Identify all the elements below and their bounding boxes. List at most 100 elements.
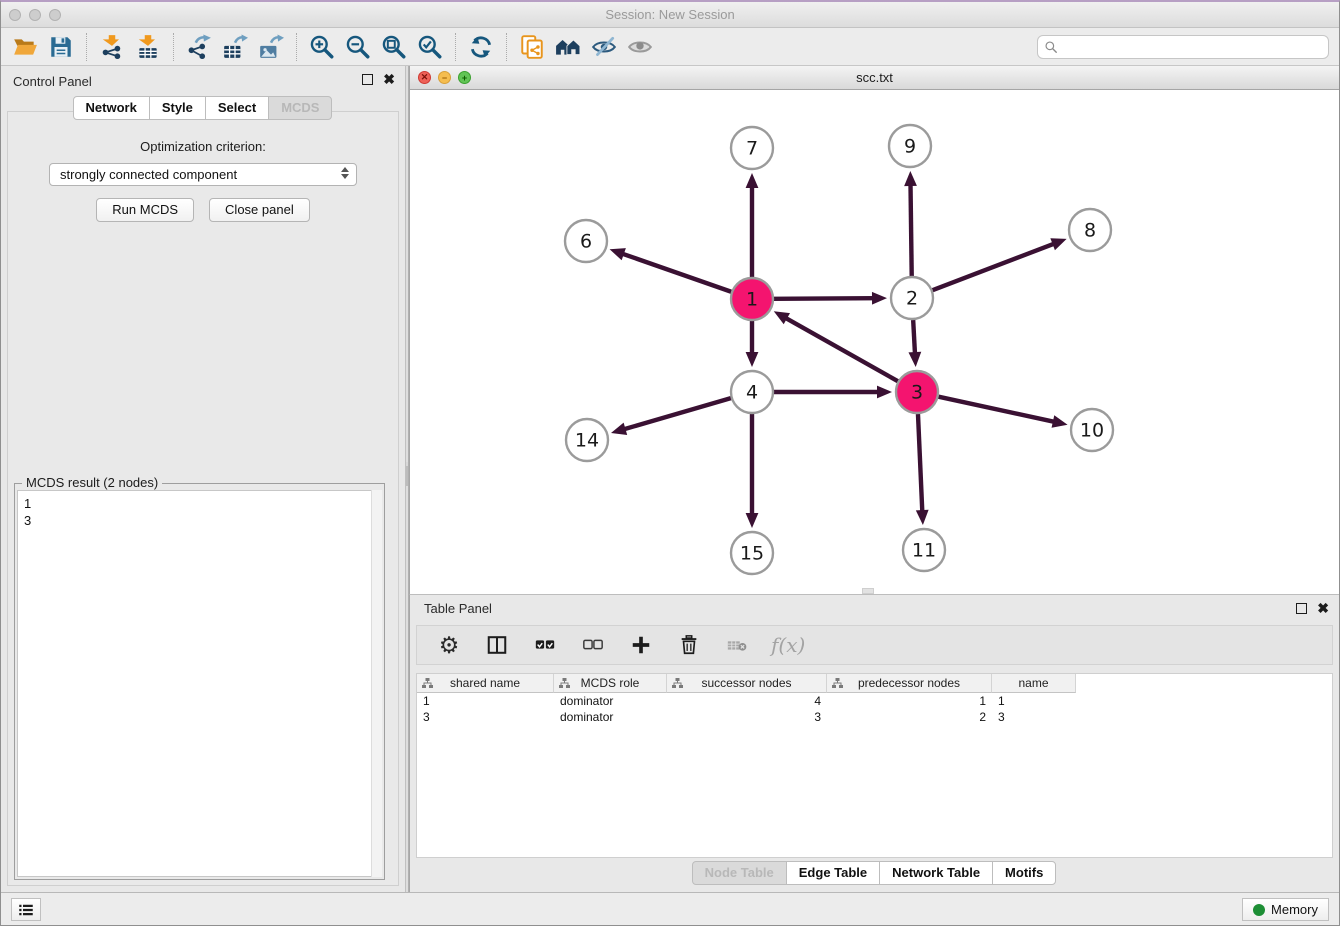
edge-arrowhead [611, 423, 627, 435]
network-snapshot-button[interactable] [514, 31, 550, 63]
delete-table-icon [726, 634, 748, 656]
table-cell[interactable]: dominator [554, 693, 667, 709]
table-settings-button[interactable]: ⚙ [435, 631, 463, 659]
network-canvas[interactable]: 7968124314101511 [410, 90, 1339, 594]
tab-edge-table[interactable]: Edge Table [786, 861, 880, 885]
select-all-button[interactable] [531, 631, 559, 659]
graph-edge-2-3[interactable] [913, 320, 915, 354]
show-graphics-details-button[interactable] [586, 31, 622, 63]
export-table-button[interactable] [217, 31, 253, 63]
graph-edge-4-14[interactable] [623, 398, 730, 429]
first-neighbors-button[interactable] [550, 31, 586, 63]
network-window-titlebar[interactable]: ✕ − + scc.txt [410, 66, 1339, 90]
tab-motifs[interactable]: Motifs [992, 861, 1056, 885]
table-cell[interactable]: 3 [992, 709, 1076, 725]
table-row[interactable]: 1dominator411 [417, 693, 1332, 709]
copy-document-icon [519, 34, 545, 60]
criterion-dropdown-value: strongly connected component [60, 167, 237, 182]
task-history-button[interactable] [11, 898, 41, 921]
refresh-icon [468, 34, 494, 60]
control-panel: Control Panel ✖ NetworkStyleSelectMCDS O… [1, 66, 405, 892]
result-scrollbar[interactable] [371, 490, 382, 877]
apply-function-button[interactable]: f(x) [771, 631, 805, 659]
column-header-shared-name[interactable]: shared name [417, 674, 554, 693]
tab-network-table[interactable]: Network Table [879, 861, 993, 885]
deselect-all-button[interactable] [579, 631, 607, 659]
column-header-predecessor-nodes[interactable]: predecessor nodes [827, 674, 992, 693]
delete-table-button[interactable] [723, 631, 751, 659]
table-cell[interactable]: 1 [417, 693, 554, 709]
import-table-button[interactable] [130, 31, 166, 63]
table-cell[interactable]: 1 [992, 693, 1076, 709]
close-table-panel-icon[interactable]: ✖ [1317, 603, 1329, 614]
export-image-button[interactable] [253, 31, 289, 63]
save-session-button[interactable] [43, 31, 79, 63]
column-header-MCDS-role[interactable]: MCDS role [554, 674, 667, 693]
edge-arrowhead [610, 248, 626, 260]
close-panel-icon[interactable]: ✖ [383, 74, 395, 85]
zoom-fit-button[interactable] [376, 31, 412, 63]
graph-node-label: 15 [740, 543, 764, 565]
graph-edge-3-10[interactable] [938, 397, 1054, 422]
search-field[interactable] [1037, 35, 1329, 59]
tab-mcds[interactable]: MCDS [268, 96, 332, 120]
eye-icon [627, 34, 653, 60]
graph-edge-2-8[interactable] [933, 244, 1055, 291]
graph-edge-1-6[interactable] [622, 254, 731, 292]
table-cell[interactable]: 2 [827, 709, 992, 725]
mcds-panel: Optimization criterion: strongly connect… [7, 111, 399, 886]
node-table[interactable]: shared nameMCDS rolesuccessor nodesprede… [416, 673, 1333, 858]
table-cell[interactable]: 4 [667, 693, 827, 709]
export-network-button[interactable] [181, 31, 217, 63]
column-header-successor-nodes[interactable]: successor nodes [667, 674, 827, 693]
tab-network[interactable]: Network [73, 96, 150, 120]
column-layout-button[interactable] [483, 631, 511, 659]
tab-style[interactable]: Style [149, 96, 206, 120]
hide-graphics-details-button[interactable] [622, 31, 658, 63]
mcds-result-text[interactable]: 1 3 [17, 490, 382, 877]
graph-edge-3-1[interactable] [785, 318, 898, 382]
delete-row-button[interactable] [675, 631, 703, 659]
table-cell[interactable]: 3 [417, 709, 554, 725]
graph-node-label: 10 [1080, 420, 1104, 442]
optimization-criterion-label: Optimization criterion: [8, 139, 398, 154]
zoom-in-button[interactable] [304, 31, 340, 63]
graph-edge-2-9[interactable] [911, 184, 912, 276]
refresh-view-button[interactable] [463, 31, 499, 63]
graph-edge-3-11[interactable] [918, 414, 922, 512]
close-panel-button[interactable]: Close panel [209, 198, 310, 222]
toolbar-separator [86, 33, 87, 61]
float-panel-icon[interactable] [362, 74, 373, 85]
table-panel-title: Table Panel [424, 601, 492, 616]
table-cell[interactable]: 3 [667, 709, 827, 725]
import-network-button[interactable] [94, 31, 130, 63]
network-graph[interactable]: 7968124314101511 [410, 90, 1340, 594]
add-row-button[interactable] [627, 631, 655, 659]
run-mcds-button[interactable]: Run MCDS [96, 198, 194, 222]
toolbar-separator [455, 33, 456, 61]
control-panel-tabs: NetworkStyleSelectMCDS [1, 96, 405, 120]
memory-button[interactable]: Memory [1242, 898, 1329, 921]
table-cell[interactable]: dominator [554, 709, 667, 725]
zoom-selected-button[interactable] [412, 31, 448, 63]
toolbar-separator [296, 33, 297, 61]
open-session-button[interactable] [7, 31, 43, 63]
criterion-dropdown[interactable]: strongly connected component [49, 163, 357, 186]
tab-node-table[interactable]: Node Table [692, 861, 787, 885]
table-row[interactable]: 3dominator323 [417, 709, 1332, 725]
search-input[interactable] [1062, 37, 1328, 57]
graph-edge-1-2[interactable] [774, 298, 874, 299]
zoom-out-button[interactable] [340, 31, 376, 63]
tab-select[interactable]: Select [205, 96, 269, 120]
splitter-grip[interactable] [406, 462, 408, 486]
column-header-name[interactable]: name [992, 674, 1076, 693]
memory-status-icon [1253, 904, 1265, 916]
application-window: Session: New Session [0, 0, 1340, 926]
table-toolbar: ⚙ f(x) [416, 625, 1333, 665]
status-bar: Memory [1, 892, 1339, 925]
edge-arrowhead [746, 513, 759, 528]
table-cell[interactable]: 1 [827, 693, 992, 709]
unchecked-boxes-icon [582, 634, 604, 656]
edge-arrowhead [1052, 415, 1068, 428]
float-table-panel-icon[interactable] [1296, 603, 1307, 614]
